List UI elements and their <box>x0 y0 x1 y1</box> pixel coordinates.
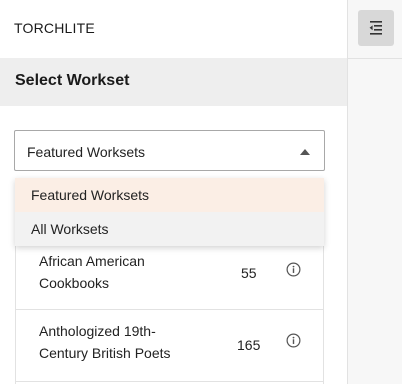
workset-row-count: 55 <box>241 265 257 281</box>
section-header: Select Workset <box>0 58 347 106</box>
caret-up-icon <box>300 149 310 155</box>
menu-collapse-icon <box>369 21 382 35</box>
section-title: Select Workset <box>15 72 130 89</box>
menu-toggle-button[interactable] <box>358 10 394 46</box>
menu-item-all-worksets[interactable]: All Worksets <box>15 212 324 246</box>
workset-row-title: African American Cookbooks <box>39 253 145 291</box>
workset-row[interactable]: Anthologized 19th-Century British Poets … <box>16 310 323 382</box>
app: TORCHLITE Select Workset Featured Workse… <box>0 0 402 384</box>
workset-row-count: 165 <box>237 337 261 353</box>
info-icon[interactable] <box>286 333 301 348</box>
workset-dropdown-menu: Featured Worksets All Worksets <box>15 178 324 246</box>
workset-row[interactable]: African American Cookbooks 55 <box>16 238 323 310</box>
workset-select[interactable]: Featured Worksets <box>14 130 325 171</box>
toolbar-divider <box>348 58 402 59</box>
workset-list: African American Cookbooks 55 Anthologiz… <box>15 238 324 384</box>
workset-row-title: Anthologized 19th-Century British Poets <box>39 323 171 361</box>
info-icon[interactable] <box>286 262 301 277</box>
workset-select-value: Featured Worksets <box>27 144 146 160</box>
brand-title: TORCHLITE <box>14 20 95 36</box>
menu-item-featured-worksets[interactable]: Featured Worksets <box>15 178 324 212</box>
left-panel: TORCHLITE Select Workset Featured Workse… <box>0 0 348 384</box>
